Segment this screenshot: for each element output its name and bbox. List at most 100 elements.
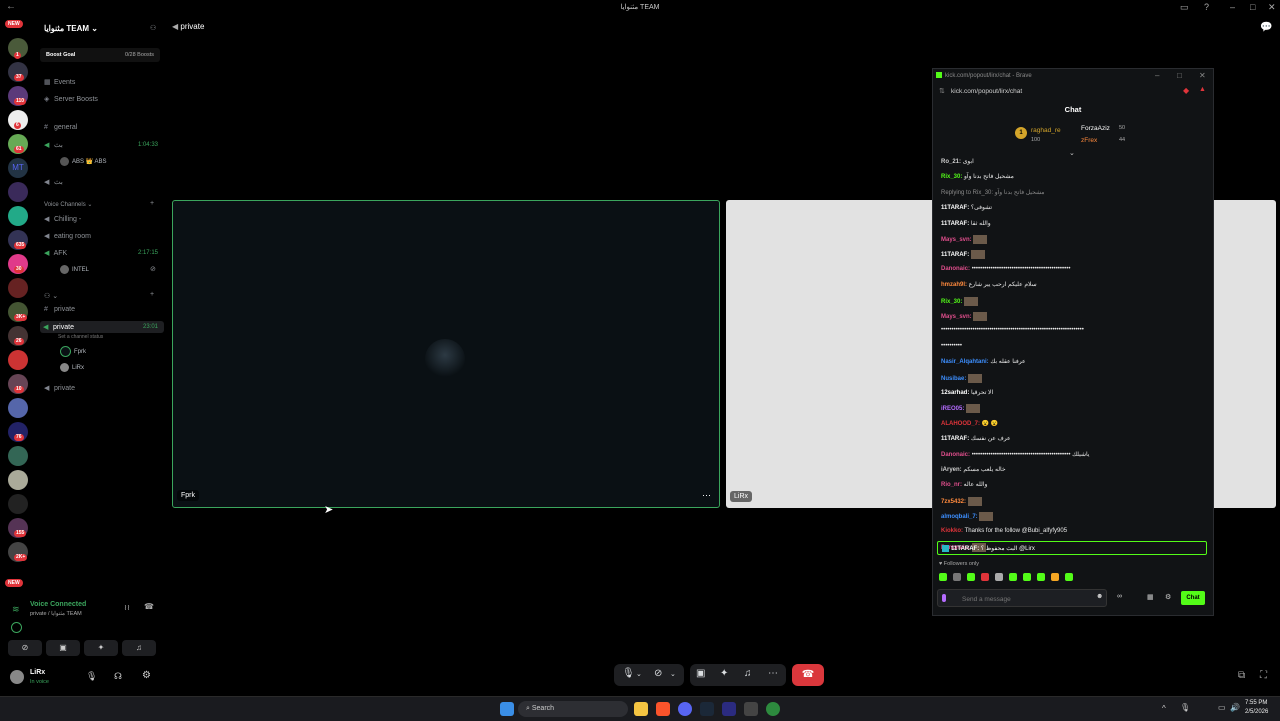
- top-gifter-name[interactable]: raghad_re: [1031, 127, 1061, 134]
- emote-icon[interactable]: [939, 573, 947, 581]
- chat-username[interactable]: Nusibae:: [941, 376, 966, 382]
- add-channel-icon[interactable]: +: [150, 200, 154, 207]
- chat-username[interactable]: Rix_30:: [941, 299, 962, 305]
- chat-message[interactable]: Nusibae:: [941, 373, 983, 383]
- video-tile-fprk[interactable]: Fprk ⋯: [172, 200, 720, 508]
- chat-username[interactable]: 11TARAF:: [941, 221, 969, 227]
- chat-message[interactable]: Replying to Rix_30: مشحيل فاتح بدنا وآو: [941, 189, 1045, 196]
- chat-message[interactable]: ALAHOOD_7: 😮 😮: [941, 420, 998, 427]
- chat-message[interactable]: iREO05:: [941, 404, 981, 414]
- brave-shield-icon[interactable]: ◆: [1183, 86, 1189, 95]
- chevron-down-icon[interactable]: ⌄: [1069, 149, 1075, 157]
- chat-input-box[interactable]: ☻: [937, 589, 1107, 607]
- server-icon[interactable]: [8, 206, 28, 226]
- emote-icon[interactable]: [1037, 573, 1045, 581]
- display-tray-icon[interactable]: ▭: [1218, 703, 1226, 712]
- chat-username[interactable]: almoqbali_7:: [941, 514, 978, 520]
- chat-username[interactable]: Rix_30:: [941, 174, 962, 180]
- chat-message[interactable]: 11TARAF: والله ثقا: [941, 220, 991, 227]
- camera-off-button[interactable]: ⊘: [8, 640, 42, 656]
- chat-message[interactable]: Kiokko: Thanks for the follow @Bubi_alfy…: [941, 528, 1067, 534]
- chat-message[interactable]: almoqbali_7:: [941, 512, 994, 522]
- voice-member[interactable]: LiRx: [60, 363, 84, 372]
- voice-channel-private[interactable]: ◀ private: [44, 384, 75, 392]
- taskbar-search[interactable]: ⌕ Search: [518, 701, 628, 717]
- disconnect-icon[interactable]: ☎: [144, 602, 154, 611]
- voice-channel-afk[interactable]: ◀ AFK: [44, 249, 67, 257]
- chat-message[interactable]: 11TARAF:: [941, 250, 985, 260]
- volume-icon[interactable]: 🔊: [1230, 703, 1240, 712]
- emote-icon[interactable]: [981, 573, 989, 581]
- minimize-icon[interactable]: –: [1155, 71, 1159, 80]
- voice-channel[interactable]: ◀ بث: [44, 141, 63, 149]
- emoji-icon[interactable]: ☻: [1096, 593, 1103, 600]
- maximize-icon[interactable]: □: [1250, 2, 1255, 12]
- clock-time[interactable]: 7:55 PM: [1245, 700, 1267, 706]
- add-member-icon[interactable]: ⚇: [150, 24, 156, 32]
- emote-icon[interactable]: [1009, 573, 1017, 581]
- help-icon[interactable]: ?: [1204, 2, 1209, 12]
- chat-username[interactable]: 11TARAF:: [941, 252, 969, 258]
- site-settings-icon[interactable]: ⇅: [939, 87, 945, 95]
- events-link[interactable]: ▦ Events: [44, 78, 75, 86]
- chat-username[interactable]: ALAHOOD_7:: [941, 421, 980, 427]
- server-icon[interactable]: [8, 278, 28, 298]
- add-channel-icon[interactable]: +: [150, 291, 154, 298]
- server-icon[interactable]: [8, 350, 28, 370]
- file-explorer-icon[interactable]: [634, 702, 648, 716]
- server-icon[interactable]: MT: [8, 158, 28, 178]
- chat-message[interactable]: Danonaic: ••••••••••••••••••••••••••••••…: [941, 266, 1070, 272]
- inbox-icon[interactable]: ▭: [1180, 2, 1189, 13]
- mic-tray-icon[interactable]: 🎙: [1180, 703, 1190, 712]
- minimize-icon[interactable]: –: [1230, 2, 1235, 12]
- chat-message[interactable]: ••••••••••••••••••••••••••••••••••••••••…: [941, 327, 1084, 333]
- emote-icon[interactable]: [995, 573, 1003, 581]
- channel-general[interactable]: # general: [44, 124, 77, 131]
- chevron-down-icon[interactable]: ⌄: [670, 670, 676, 678]
- channel-status[interactable]: Set a channel status: [58, 334, 103, 340]
- chat-message[interactable]: Nasir_Alqahtani: عرفنا عقله بك: [941, 358, 1026, 365]
- chat-username[interactable]: Rio_nr:: [941, 482, 962, 488]
- server-icon[interactable]: [8, 398, 28, 418]
- chat-username[interactable]: Danonaic:: [941, 266, 970, 272]
- avatar[interactable]: [10, 670, 24, 684]
- chat-username[interactable]: 11TARAF:: [941, 436, 969, 442]
- chat-username[interactable]: 11TARAF:: [941, 205, 969, 211]
- chat-username[interactable]: Mays_svn:: [941, 237, 972, 243]
- server-icon[interactable]: [8, 470, 28, 490]
- chat-bubble-icon[interactable]: 💬: [1260, 22, 1272, 33]
- chat-username[interactable]: Nasir_Alqahtani:: [941, 359, 989, 365]
- app-icon[interactable]: [766, 702, 780, 716]
- chat-message[interactable]: hmzah9l: سلام عليكم ارحب يير شارع: [941, 281, 1037, 288]
- fullscreen-icon[interactable]: ⛶: [1260, 670, 1267, 681]
- chat-username[interactable]: Danonaic:: [941, 452, 970, 458]
- more-icon[interactable]: ⋯: [768, 668, 778, 679]
- soundboard-icon[interactable]: ♫: [744, 668, 752, 679]
- message-input[interactable]: [960, 592, 1094, 606]
- close-icon[interactable]: ✕: [1268, 2, 1276, 13]
- chat-message[interactable]: ••••••••••: [941, 343, 962, 349]
- signal-icon[interactable]: ≋: [12, 604, 20, 615]
- chat-message[interactable]: Rix_30:: [941, 296, 979, 306]
- voice-member[interactable]: Fprk: [60, 346, 86, 357]
- chat-username[interactable]: hmzah9l:: [941, 282, 967, 288]
- mic-icon[interactable]: [942, 594, 946, 602]
- settings-gear-icon[interactable]: ⚙: [1165, 593, 1171, 601]
- activity-icon[interactable]: [11, 622, 22, 633]
- chat-username[interactable]: Kiokko:: [941, 528, 963, 534]
- chat-message[interactable]: Mays_svn:: [941, 235, 988, 244]
- voice-channel[interactable]: ◀ بث: [44, 178, 63, 186]
- emote-icon[interactable]: [953, 573, 961, 581]
- more-options-icon[interactable]: ⋯: [702, 490, 711, 501]
- chat-username[interactable]: 12sarhad:: [941, 390, 969, 396]
- chat-username[interactable]: iREO05:: [941, 406, 964, 412]
- server-boosts-link[interactable]: ◈ Server Boosts: [44, 95, 98, 103]
- emote-icon[interactable]: [1051, 573, 1059, 581]
- chat-message[interactable]: 12sarhad: الا تحرقيا: [941, 389, 993, 396]
- send-chat-button[interactable]: Chat: [1181, 591, 1205, 605]
- chat-username[interactable]: Mays_svn:: [941, 314, 972, 320]
- server-icon[interactable]: [8, 494, 28, 514]
- channel-private-text[interactable]: # private: [44, 306, 75, 313]
- app-icon[interactable]: [722, 702, 736, 716]
- chat-message[interactable]: 11TARAF: عرف عن نفسك: [941, 435, 1011, 442]
